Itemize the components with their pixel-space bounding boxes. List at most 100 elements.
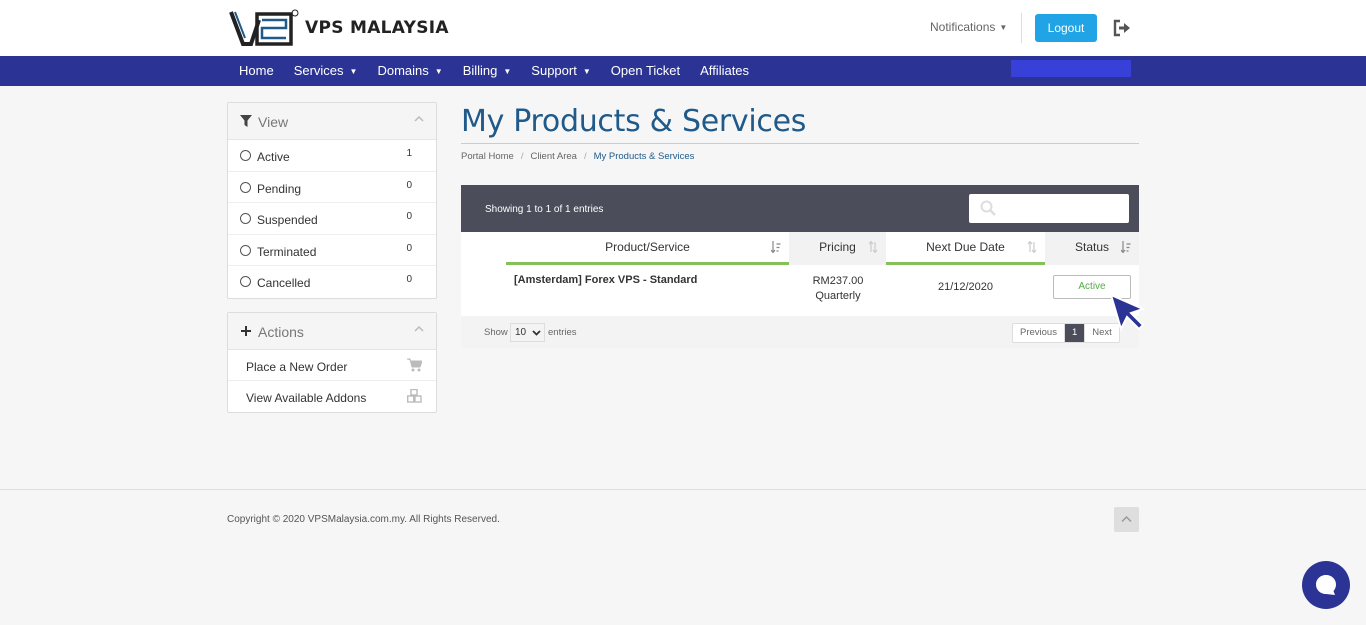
filter-active[interactable]: Active 1 bbox=[228, 140, 436, 172]
cart-icon bbox=[407, 358, 422, 372]
nav-item-label: Services bbox=[293, 63, 344, 78]
caret-down-icon: ▼ bbox=[999, 23, 1008, 33]
plus-icon bbox=[241, 326, 251, 336]
pagination: Previous 1 Next bbox=[1012, 323, 1120, 343]
status-filter-list: Active 1 Pending 0 Suspended 0 Terminated 0 Canc… bbox=[228, 140, 436, 298]
table-row[interactable]: [Amsterdam] Forex VPS - Standard RM237.0… bbox=[461, 265, 1139, 316]
filter-label: Terminated bbox=[257, 244, 317, 259]
radio-icon[interactable] bbox=[240, 276, 251, 287]
breadcrumb-current: My Products & Services bbox=[593, 151, 695, 162]
filter-cancelled[interactable]: Cancelled 0 bbox=[228, 266, 436, 298]
view-panel-header[interactable]: View bbox=[228, 103, 436, 140]
radio-icon[interactable] bbox=[240, 181, 251, 193]
column-product-service[interactable]: Product/Service bbox=[506, 232, 789, 265]
nav-item-open-ticket[interactable]: Open Ticket bbox=[601, 56, 690, 86]
filter-icon bbox=[240, 115, 252, 127]
main-navbar: Home Services ▼ Domains ▼ Billing ▼ Support ▼ Ope… bbox=[0, 56, 1366, 86]
caret-down-icon: ▼ bbox=[582, 66, 591, 76]
actions-panel: Actions Place a New Order View Available… bbox=[227, 312, 437, 413]
radio-icon[interactable] bbox=[240, 150, 251, 161]
copyright-text: Copyright © 2020 VPSMalaysia.com.my. All… bbox=[227, 514, 500, 525]
view-addons-link[interactable]: View Available Addons bbox=[228, 381, 436, 412]
price-amount: RM237.00 bbox=[812, 275, 864, 287]
place-new-order-link[interactable]: Place a New Order bbox=[228, 350, 436, 381]
caret-down-icon: ▼ bbox=[503, 66, 512, 76]
breadcrumb-client-area[interactable]: Client Area bbox=[530, 151, 576, 162]
page-1-button[interactable]: 1 bbox=[1064, 324, 1086, 342]
caret-down-icon: ▼ bbox=[349, 66, 358, 76]
vps-logo-icon bbox=[229, 9, 299, 46]
notifications-label: Notifications bbox=[930, 20, 996, 34]
title-divider bbox=[461, 143, 1139, 144]
chat-bubble-icon bbox=[1316, 575, 1336, 595]
view-filter-panel: View Active 1 Pending 0 Suspended 0 Terminated… bbox=[227, 102, 437, 299]
brand-logo[interactable]: VPS MALAYSIA bbox=[229, 8, 449, 48]
nav-item-support[interactable]: Support ▼ bbox=[521, 56, 600, 86]
column-status[interactable]: Status bbox=[1045, 232, 1139, 265]
chevron-up-icon bbox=[1121, 515, 1132, 523]
column-label: Status bbox=[1074, 240, 1110, 254]
page-footer: Copyright © 2020 VPSMalaysia.com.my. All… bbox=[0, 489, 1366, 625]
breadcrumb-portal-home[interactable]: Portal Home bbox=[461, 151, 514, 162]
nav-item-home[interactable]: Home bbox=[229, 56, 284, 86]
nav-item-label: Domains bbox=[377, 63, 429, 78]
table-footer: Show 10 entries Previous 1 Next bbox=[461, 316, 1139, 348]
length-show-label: Show bbox=[484, 327, 508, 338]
sort-alpha-icon bbox=[1121, 241, 1131, 253]
nav-item-affiliates[interactable]: Affiliates bbox=[690, 56, 759, 86]
column-pricing[interactable]: Pricing bbox=[789, 232, 886, 265]
sort-alpha-icon bbox=[771, 241, 781, 253]
length-entries-label: entries bbox=[548, 327, 577, 338]
breadcrumb-separator: / bbox=[520, 151, 524, 162]
nav-item-domains[interactable]: Domains ▼ bbox=[367, 56, 452, 86]
chevron-up-icon[interactable] bbox=[414, 324, 424, 334]
breadcrumb-separator: / bbox=[583, 151, 587, 162]
actions-panel-title: Actions bbox=[258, 324, 304, 340]
sort-icon bbox=[1027, 241, 1037, 253]
column-next-due-date[interactable]: Next Due Date bbox=[886, 232, 1045, 265]
nav-item-label: Support bbox=[531, 63, 577, 78]
pricing-cell: RM237.00 Quarterly bbox=[798, 274, 878, 304]
nav-item-label: Affiliates bbox=[700, 63, 750, 78]
live-chat-button[interactable] bbox=[1302, 561, 1350, 609]
table-toolbar: Showing 1 to 1 of 1 entries bbox=[461, 185, 1139, 232]
brand-name: VPS MALAYSIA bbox=[305, 18, 449, 38]
sort-icon bbox=[868, 241, 878, 253]
sign-out-icon[interactable] bbox=[1112, 18, 1132, 38]
chevron-down-icon bbox=[532, 330, 541, 336]
filter-pending[interactable]: Pending 0 bbox=[228, 172, 436, 203]
actions-panel-header[interactable]: Actions bbox=[228, 313, 436, 350]
page-title: My Products & Services bbox=[461, 104, 807, 139]
radio-icon[interactable] bbox=[240, 244, 251, 256]
nav-search-box[interactable] bbox=[1011, 60, 1131, 77]
radio-icon[interactable] bbox=[240, 213, 251, 224]
table-header: Product/Service Pricing Next Due Date St… bbox=[461, 232, 1139, 265]
filter-count: 0 bbox=[406, 274, 412, 285]
filter-count: 0 bbox=[406, 179, 412, 191]
filter-count: 0 bbox=[406, 211, 412, 222]
filter-terminated[interactable]: Terminated 0 bbox=[228, 235, 436, 266]
nav-menu: Home Services ▼ Domains ▼ Billing ▼ Support ▼ Ope… bbox=[229, 56, 759, 86]
back-to-top-button[interactable] bbox=[1114, 507, 1139, 532]
notifications-menu[interactable]: Notifications ▼ bbox=[930, 20, 1007, 34]
page-length-value: 10 bbox=[515, 327, 527, 338]
view-addons-label: View Available Addons bbox=[246, 391, 367, 405]
filter-label: Active bbox=[257, 150, 290, 164]
mouse-pointer-icon bbox=[1109, 293, 1145, 332]
chevron-up-icon[interactable] bbox=[414, 114, 424, 124]
billing-cycle: Quarterly bbox=[815, 290, 861, 302]
filter-suspended[interactable]: Suspended 0 bbox=[228, 203, 436, 235]
caret-down-icon: ▼ bbox=[434, 66, 443, 76]
page-length-select[interactable]: 10 bbox=[510, 323, 545, 342]
filter-count: 0 bbox=[406, 242, 412, 254]
top-header: VPS MALAYSIA Notifications ▼ Logout bbox=[0, 0, 1366, 56]
nav-item-label: Billing bbox=[462, 63, 498, 78]
column-label: Pricing bbox=[819, 240, 856, 254]
logout-button[interactable]: Logout bbox=[1035, 14, 1097, 42]
product-name: [Amsterdam] Forex VPS - Standard bbox=[514, 274, 698, 286]
nav-item-services[interactable]: Services ▼ bbox=[284, 56, 368, 86]
filter-count: 1 bbox=[406, 148, 412, 159]
column-label: Product/Service bbox=[605, 240, 690, 254]
previous-page-button[interactable]: Previous bbox=[1013, 324, 1065, 342]
nav-item-billing[interactable]: Billing ▼ bbox=[453, 56, 522, 86]
